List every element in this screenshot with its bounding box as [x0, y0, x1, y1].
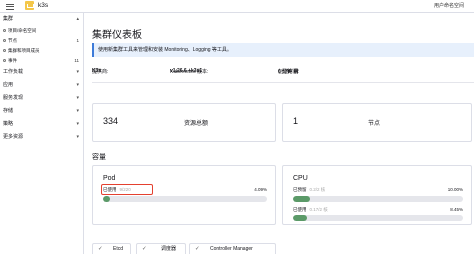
sidebar-group-more-resources[interactable]: 更多资源 ▾: [0, 131, 83, 144]
check-icon: ✓: [98, 246, 103, 252]
sidebar-item-label: 集群和项目成员: [8, 48, 40, 53]
sidebar-group-label: 更多资源: [3, 134, 24, 140]
sidebar-group-label: 应用: [3, 82, 14, 88]
stat-label: 节点: [368, 121, 381, 127]
gauge-title: Pod: [103, 175, 116, 182]
stat-card-nodes[interactable]: 1 节点: [282, 103, 472, 142]
sidebar-group-cluster[interactable]: 集群 ▴: [0, 13, 83, 26]
gauge-row-label: 已使用 0.17/2 核: [293, 207, 328, 213]
provider-info: 提供商: K3s: [92, 68, 108, 75]
stat-value: 334: [103, 116, 119, 126]
divider: [92, 82, 474, 83]
component-name: Controller Manager: [210, 246, 253, 252]
stat-card-resources[interactable]: 334 资源总额: [92, 103, 276, 142]
gauge-row: 已使用 0.17/2 核 8.45%: [293, 207, 463, 213]
chevron-down-icon: ▾: [76, 95, 79, 101]
sidebar-group-label: 策略: [3, 121, 14, 127]
check-icon: ✓: [195, 246, 200, 252]
sidebar-group-workloads[interactable]: 工作负载 ▾: [0, 66, 83, 79]
sidebar-item-label: 事件: [8, 58, 17, 63]
sidebar-item-members[interactable]: 集群和项目成员: [0, 46, 83, 56]
gauge-row-percent: 8.45%: [450, 207, 463, 212]
sidebar-item-events[interactable]: 事件 11: [0, 56, 83, 66]
gauge-row: 已预留 0.2/2 核 10.00%: [293, 187, 463, 193]
created-label: 创建时间:: [278, 69, 300, 75]
chevron-down-icon: ▾: [76, 82, 79, 88]
sidebar-item-label: 节点: [8, 38, 17, 43]
component-name: 调度器: [161, 246, 177, 252]
sidebar-item-count: 11: [74, 58, 79, 63]
sidebar-item-count: 1: [76, 38, 79, 43]
created-info: 创建时间: 6 分钟 前: [278, 68, 299, 75]
sidebar-group-storage[interactable]: 存储 ▾: [0, 105, 83, 118]
page-title: 集群仪表板: [92, 30, 142, 41]
circle-icon: [3, 59, 6, 63]
gauge-row-sub: 0.17/2 核: [309, 207, 328, 212]
capacity-heading: 容量: [92, 154, 106, 161]
gauge-card-pod: Pod 已使用 9/220 4.09%: [92, 165, 276, 225]
sidebar-group-service-discovery[interactable]: 服务发现 ▾: [0, 92, 83, 105]
circle-icon: [3, 39, 6, 43]
gauge-row-label-text: 已预留: [293, 187, 307, 192]
top-header: k3s 用户命名空间: [0, 0, 474, 13]
version-info: Kubernetes 版本: v1.26.6 +k3s1: [170, 68, 208, 75]
sidebar-item-nodes[interactable]: 节点 1: [0, 36, 83, 46]
user-menu[interactable]: 用户命名空间: [434, 2, 464, 9]
sidebar-item-label: 项目/命名空间: [8, 28, 37, 33]
component-scheduler: ✓ 调度器: [136, 243, 186, 254]
progress-bar: [293, 196, 463, 202]
chevron-down-icon: ▾: [76, 134, 79, 140]
progress-fill: [293, 196, 310, 202]
gauge-row-sub: 0.2/2 核: [309, 187, 326, 192]
k3s-logo: [25, 1, 34, 10]
gauge-row-label: 已预留 0.2/2 核: [293, 187, 325, 193]
sidebar-group-label: 服务发现: [3, 95, 24, 101]
chevron-down-icon: ▾: [76, 108, 79, 114]
circle-icon: [3, 49, 6, 53]
sidebar-group-apps[interactable]: 应用 ▾: [0, 79, 83, 92]
cluster-meta: 提供商: K3s Kubernetes 版本: v1.26.6 +k3s1 创建…: [92, 68, 462, 76]
cluster-name: k3s: [38, 2, 49, 9]
version-label: Kubernetes 版本:: [170, 69, 209, 75]
check-icon: ✓: [142, 246, 147, 252]
progress-fill: [103, 196, 110, 202]
sidebar-group-policy[interactable]: 策略 ▾: [0, 118, 83, 131]
info-banner: 使用新集群工具来管理和安装 Monitoring、Logging 等工具。: [92, 43, 474, 57]
provider-label: 提供商:: [92, 69, 109, 75]
sidebar-group-label: 工作负载: [3, 69, 24, 75]
chevron-down-icon: ▾: [76, 121, 79, 127]
progress-bar: [103, 196, 267, 202]
sidebar: 集群 ▴ 项目/命名空间 节点 1 集群和项目成员 事件 11 工作负载 ▾ 应…: [0, 13, 84, 254]
menu-icon[interactable]: [6, 2, 14, 10]
progress-bar: [293, 215, 463, 221]
stat-value: 1: [293, 116, 299, 126]
sidebar-group-label: 存储: [3, 108, 14, 114]
circle-icon: [3, 29, 6, 33]
component-etcd: ✓ Etcd: [92, 243, 131, 254]
gauge-row-label-text: 已使用: [293, 207, 307, 212]
gauge-title: CPU: [293, 175, 308, 182]
sidebar-item-projects-namespaces[interactable]: 项目/命名空间: [0, 26, 83, 36]
chevron-up-icon: ▴: [76, 16, 79, 22]
gauge-row-percent: 10.00%: [447, 187, 463, 192]
highlight-box: [101, 184, 153, 195]
gauge-card-cpu: CPU 已预留 0.2/2 核 10.00% 已使用 0.17/2 核 8.45%: [282, 165, 472, 225]
gauge-row-percent: 4.09%: [254, 187, 267, 192]
chevron-down-icon: ▾: [76, 69, 79, 75]
progress-fill: [293, 215, 308, 221]
stat-label: 资源总额: [184, 121, 209, 127]
component-name: Etcd: [113, 246, 124, 252]
main-content: 集群仪表板 使用新集群工具来管理和安装 Monitoring、Logging 等…: [85, 13, 474, 254]
component-controller-manager: ✓ Controller Manager: [189, 243, 276, 254]
sidebar-group-label: 集群: [3, 16, 14, 22]
